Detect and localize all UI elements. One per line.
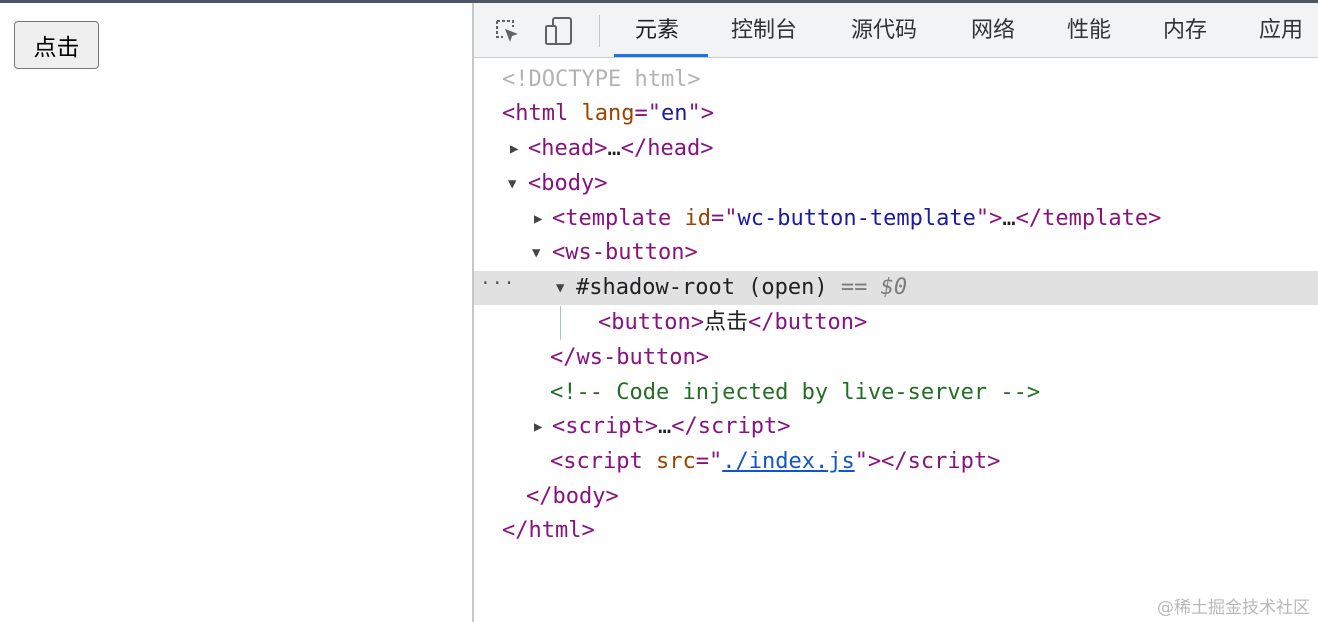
- tab-memory[interactable]: 内存: [1163, 3, 1207, 57]
- dom-node-ws-button[interactable]: ▼ <ws-button>: [474, 236, 1318, 270]
- index-js-link[interactable]: ./index.js: [722, 449, 854, 474]
- template-tag: <template id="wc-button-template">…</tem…: [552, 206, 1162, 231]
- dom-node-html-close[interactable]: </html>: [474, 514, 1318, 548]
- collapse-triangle-icon[interactable]: ▼: [556, 271, 564, 305]
- comment-text: <!-- Code injected by live-server -->: [550, 380, 1041, 405]
- dom-node-html[interactable]: <html lang="en">: [474, 97, 1318, 131]
- device-toolbar-icon[interactable]: [544, 16, 574, 46]
- dom-node-body[interactable]: ▼ <body>: [474, 167, 1318, 201]
- head-tag: <head>…</head>: [528, 136, 714, 161]
- dom-node-body-close[interactable]: </body>: [474, 480, 1318, 514]
- doctype-text: <!DOCTYPE html>: [502, 67, 701, 92]
- tab-console[interactable]: 控制台: [731, 3, 797, 57]
- dom-node-head[interactable]: ▶ <head>…</head>: [474, 132, 1318, 166]
- html-open-tag: <html lang="en">: [502, 101, 714, 126]
- inspect-element-icon[interactable]: [492, 16, 522, 46]
- dom-node-doctype[interactable]: <!DOCTYPE html>: [474, 63, 1318, 97]
- dom-node-script[interactable]: ▶ <script>…</script>: [474, 410, 1318, 444]
- shadow-tree-guide-line: [560, 306, 561, 340]
- dom-node-button[interactable]: <button>点击</button>: [474, 306, 1318, 340]
- ws-button-open-tag: <ws-button>: [552, 240, 698, 265]
- collapse-triangle-icon[interactable]: ▼: [532, 236, 540, 270]
- devtools-panel: 元素 控制台 源代码 网络 性能 内存 应用 <!DOCTYPE html> <…: [474, 3, 1318, 622]
- html-close-tag: </html>: [502, 518, 595, 543]
- tab-elements[interactable]: 元素: [635, 3, 679, 57]
- body-close-tag: </body>: [526, 484, 619, 509]
- dom-node-comment[interactable]: <!-- Code injected by live-server -->: [474, 376, 1318, 410]
- body-open-tag: <body>: [528, 171, 608, 196]
- ws-button-close-tag: </ws-button>: [550, 345, 709, 370]
- devtools-toolbar: 元素 控制台 源代码 网络 性能 内存 应用: [474, 3, 1318, 58]
- toolbar-separator: [599, 15, 600, 47]
- button-tag: <button>点击</button>: [598, 310, 868, 335]
- shadow-root-label: #shadow-root (open) == $0: [576, 275, 908, 300]
- expand-triangle-icon[interactable]: ▶: [534, 410, 542, 444]
- dom-node-ws-button-close[interactable]: </ws-button>: [474, 341, 1318, 375]
- dom-node-script-src[interactable]: <script src="./index.js"></script>: [474, 445, 1318, 479]
- page-viewport: 点击: [0, 3, 472, 622]
- dom-node-template[interactable]: ▶ <template id="wc-button-template">…</t…: [474, 202, 1318, 236]
- dom-node-shadow-root[interactable]: ··· ▼ #shadow-root (open) == $0: [474, 271, 1318, 305]
- click-button[interactable]: 点击: [14, 21, 99, 69]
- watermark: @稀土掘金技术社区: [1157, 598, 1310, 618]
- tab-performance[interactable]: 性能: [1067, 3, 1111, 57]
- dom-tree: <!DOCTYPE html> <html lang="en"> ▶ <head…: [474, 61, 1318, 561]
- active-tab-indicator: [614, 54, 708, 57]
- expand-triangle-icon[interactable]: ▶: [534, 202, 542, 236]
- collapse-triangle-icon[interactable]: ▼: [508, 167, 516, 201]
- script-tag: <script>…</script>: [552, 414, 791, 439]
- expand-triangle-icon[interactable]: ▶: [510, 132, 518, 166]
- tab-application[interactable]: 应用: [1259, 3, 1303, 57]
- tab-network[interactable]: 网络: [971, 3, 1015, 57]
- more-options-icon[interactable]: ···: [480, 267, 516, 301]
- script-src-tag: <script src="./index.js"></script>: [550, 449, 1001, 474]
- tab-sources[interactable]: 源代码: [851, 3, 917, 57]
